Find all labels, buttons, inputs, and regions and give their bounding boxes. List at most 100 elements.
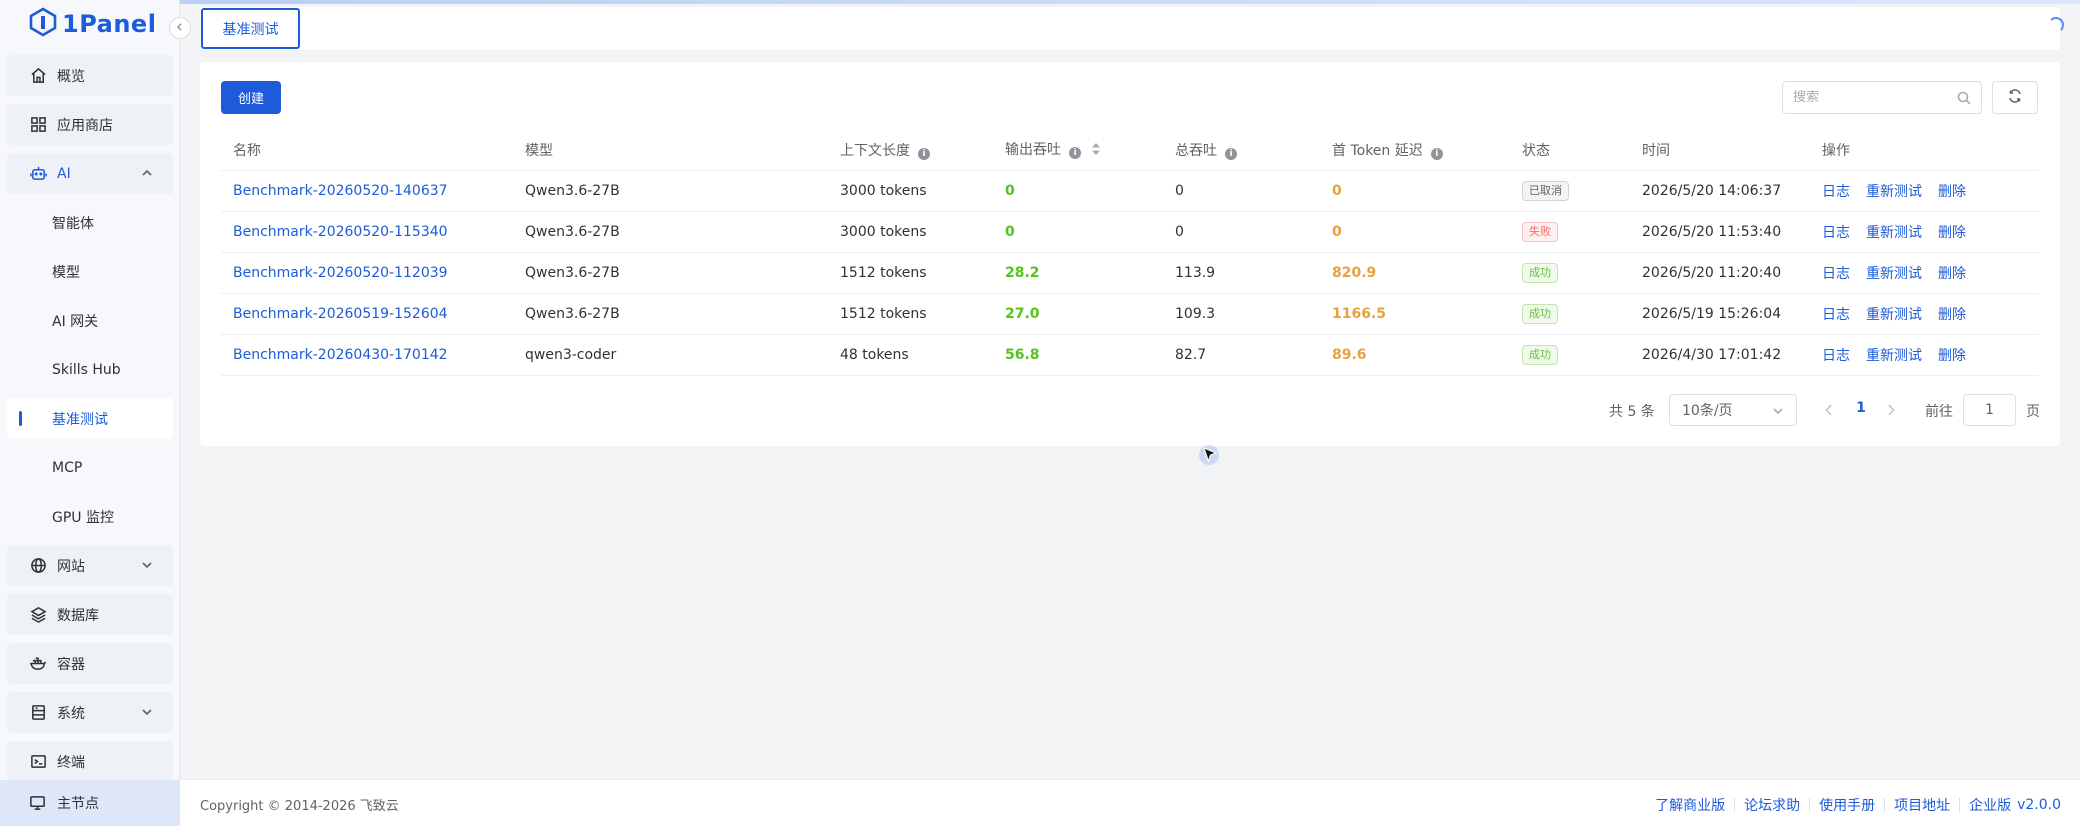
status-badge: 成功 xyxy=(1522,262,1558,283)
cell-total-throughput: 0 xyxy=(1163,170,1320,212)
refresh-icon xyxy=(2008,89,2022,106)
info-icon[interactable]: i xyxy=(1069,147,1081,160)
status-badge: 成功 xyxy=(1522,303,1558,324)
collapse-sidebar-button[interactable] xyxy=(169,17,191,39)
sidebar-item-container[interactable]: 容器 xyxy=(7,643,173,684)
goto-page-input[interactable] xyxy=(1963,394,2016,426)
sidebar-item-models[interactable]: 模型 xyxy=(7,251,173,292)
retest-button[interactable]: 重新测试 xyxy=(1866,307,1922,323)
sidebar-item-label: 概览 xyxy=(57,68,85,85)
node-switcher[interactable]: 主节点 xyxy=(0,780,180,826)
divider xyxy=(1884,798,1886,812)
page-number-current[interactable]: 1 xyxy=(1851,400,1871,416)
retest-button[interactable]: 重新测试 xyxy=(1866,348,1922,364)
sidebar: 1Panel 概览 应用商店 AI 智能体 模型 AI 网关 Skills Hu… xyxy=(0,0,191,826)
benchmark-name-link[interactable]: Benchmark-20260520-112039 xyxy=(233,265,448,281)
delete-button[interactable]: 删除 xyxy=(1938,184,1966,200)
cell-name: Benchmark-20260519-152604 xyxy=(221,293,513,335)
table-row: Benchmark-20260430-170142 qwen3-coder 48 t… xyxy=(221,334,2039,376)
sidebar-item-system[interactable]: 系统 xyxy=(7,692,173,733)
benchmark-name-link[interactable]: Benchmark-20260430-170142 xyxy=(233,347,448,363)
benchmark-name-link[interactable]: Benchmark-20260520-115340 xyxy=(233,224,448,240)
cell-actions: 日志 重新测试 删除 xyxy=(1810,334,2039,376)
page-unit-label: 页 xyxy=(2026,404,2040,420)
info-icon[interactable]: i xyxy=(1225,147,1237,160)
footer-link-project[interactable]: 项目地址 xyxy=(1894,795,1950,815)
sidebar-item-ai[interactable]: AI xyxy=(7,153,173,194)
sidebar-nav: 概览 应用商店 AI 智能体 模型 AI 网关 Skills Hub 基准测试 … xyxy=(7,55,173,790)
cell-actions: 日志 重新测试 删除 xyxy=(1810,211,2039,253)
sidebar-item-database[interactable]: 数据库 xyxy=(7,594,173,635)
status-badge: 成功 xyxy=(1522,344,1558,365)
cell-ttft: 820.9 xyxy=(1320,252,1510,294)
create-button[interactable]: 创建 xyxy=(221,81,281,114)
sidebar-item-skills-hub[interactable]: Skills Hub xyxy=(7,349,173,390)
log-button[interactable]: 日志 xyxy=(1822,266,1850,282)
sidebar-item-overview[interactable]: 概览 xyxy=(7,55,173,96)
cell-actions: 日志 重新测试 删除 xyxy=(1810,252,2039,294)
cell-name: Benchmark-20260520-112039 xyxy=(221,252,513,294)
delete-button[interactable]: 删除 xyxy=(1938,348,1966,364)
footer-link-enterprise[interactable]: 企业版 xyxy=(1969,795,2011,815)
loading-spinner-icon xyxy=(2048,17,2064,33)
ttft-value: 0 xyxy=(1332,182,1342,199)
logo-text: 1Panel xyxy=(62,10,157,38)
sidebar-item-label: AI xyxy=(57,165,71,182)
ttft-value: 89.6 xyxy=(1332,346,1367,363)
log-button[interactable]: 日志 xyxy=(1822,348,1850,364)
footer-link-manual[interactable]: 使用手册 xyxy=(1819,795,1875,815)
sidebar-item-agents[interactable]: 智能体 xyxy=(7,202,173,243)
ttft-value: 820.9 xyxy=(1332,264,1377,281)
sort-icon[interactable] xyxy=(1091,142,1101,160)
page-size-select[interactable]: 10条/页 xyxy=(1669,394,1797,426)
delete-button[interactable]: 删除 xyxy=(1938,225,1966,241)
sidebar-item-app-store[interactable]: 应用商店 xyxy=(7,104,173,145)
home-icon xyxy=(29,67,47,85)
cell-model: Qwen3.6-27B xyxy=(513,252,828,294)
output-throughput-value: 0 xyxy=(1005,182,1015,199)
col-output-throughput[interactable]: 输出吞吐 i xyxy=(993,130,1163,171)
sidebar-item-label: 系统 xyxy=(57,705,85,722)
refresh-button[interactable] xyxy=(1992,81,2038,114)
sidebar-item-ai-gateway[interactable]: AI 网关 xyxy=(7,300,173,341)
logo-icon xyxy=(28,7,58,41)
delete-button[interactable]: 删除 xyxy=(1938,307,1966,323)
cell-model: Qwen3.6-27B xyxy=(513,211,828,253)
next-page-button[interactable] xyxy=(1886,403,1898,417)
server-icon xyxy=(29,704,47,722)
footer-link-commercial[interactable]: 了解商业版 xyxy=(1655,795,1725,815)
page-size-value: 10条/页 xyxy=(1682,403,1733,419)
sidebar-item-website[interactable]: 网站 xyxy=(7,545,173,586)
tabs-bar: 基准测试 xyxy=(200,7,2060,50)
top-accent-bar xyxy=(0,0,2080,4)
info-icon[interactable]: i xyxy=(1430,147,1443,160)
delete-button[interactable]: 删除 xyxy=(1938,266,1966,282)
copyright-text: Copyright © 2014-2026 飞致云 xyxy=(200,799,399,814)
benchmark-name-link[interactable]: Benchmark-20260520-140637 xyxy=(233,183,448,199)
cell-total-throughput: 82.7 xyxy=(1163,334,1320,376)
prev-page-button[interactable] xyxy=(1824,403,1836,417)
sidebar-item-terminal[interactable]: 终端 xyxy=(7,741,173,782)
cell-time: 2026/5/19 15:26:04 xyxy=(1630,293,1810,335)
search-input[interactable] xyxy=(1793,90,1953,105)
retest-button[interactable]: 重新测试 xyxy=(1866,225,1922,241)
sidebar-item-benchmark[interactable]: 基准测试 xyxy=(7,398,173,439)
tab-benchmark[interactable]: 基准测试 xyxy=(201,8,300,49)
docker-icon xyxy=(29,655,47,673)
retest-button[interactable]: 重新测试 xyxy=(1866,184,1922,200)
sidebar-item-gpu-monitor[interactable]: GPU 监控 xyxy=(7,496,173,537)
cell-name: Benchmark-20260430-170142 xyxy=(221,334,513,376)
cell-total-throughput: 113.9 xyxy=(1163,252,1320,294)
logo[interactable]: 1Panel xyxy=(28,7,157,41)
log-button[interactable]: 日志 xyxy=(1822,225,1850,241)
footer-link-forum[interactable]: 论坛求助 xyxy=(1744,795,1800,815)
info-icon[interactable]: i xyxy=(918,147,930,160)
sidebar-item-mcp[interactable]: MCP xyxy=(7,447,173,488)
log-button[interactable]: 日志 xyxy=(1822,307,1850,323)
benchmark-name-link[interactable]: Benchmark-20260519-152604 xyxy=(233,306,448,322)
log-button[interactable]: 日志 xyxy=(1822,184,1850,200)
col-status: 状态 xyxy=(1510,130,1630,171)
retest-button[interactable]: 重新测试 xyxy=(1866,266,1922,282)
cell-ttft: 0 xyxy=(1320,211,1510,253)
search-icon[interactable] xyxy=(1957,91,1971,105)
